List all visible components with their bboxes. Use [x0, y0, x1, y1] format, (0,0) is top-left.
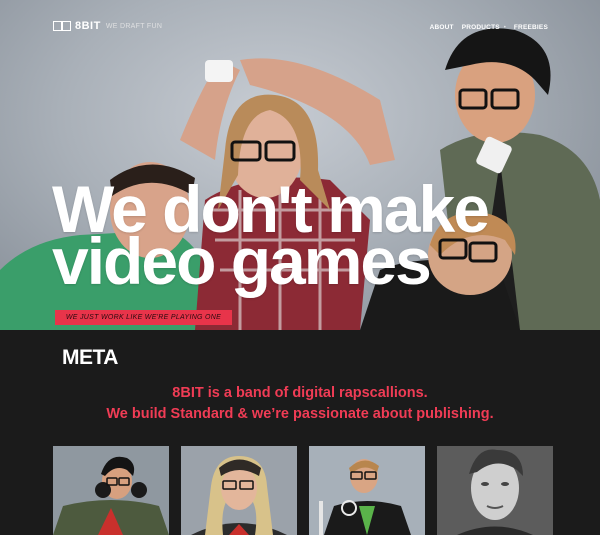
- intro-text: 8BIT is a band of digital rapscallions. …: [0, 383, 600, 425]
- nav-item-freebies[interactable]: FREEBIES: [514, 24, 548, 31]
- intro-line-2: We build Standard & we’re passionate abo…: [106, 406, 494, 422]
- nav-item-about[interactable]: ABOUT: [430, 24, 454, 31]
- brand-tagline: WE DRAFT FUN: [105, 22, 163, 30]
- brand-name: 8BIT: [75, 20, 101, 32]
- dropdown-dot-icon: •: [503, 24, 506, 31]
- intro-line-1: 8BIT is a band of digital rapscallions.: [172, 385, 428, 401]
- brand-logo[interactable]: 8BIT WE DRAFT FUN: [53, 20, 162, 32]
- team-photo-2[interactable]: [181, 446, 297, 535]
- team-photo-1[interactable]: [53, 446, 169, 535]
- main-nav: ABOUT PRODUCTS • FREEBIES: [422, 24, 548, 31]
- hero-headline: We don't make video games: [52, 172, 490, 298]
- section-title: META: [62, 346, 118, 369]
- nav-item-products[interactable]: PRODUCTS: [462, 24, 500, 31]
- top-navigation: 8BIT WE DRAFT FUN ABOUT PRODUCTS • FREEB…: [0, 0, 600, 40]
- hero-banner: 8BIT WE DRAFT FUN ABOUT PRODUCTS • FREEB…: [0, 0, 600, 330]
- team-gallery: [53, 446, 553, 535]
- team-photo-3[interactable]: [309, 446, 425, 535]
- hero-subline: WE JUST WORK LIKE WE'RE PLAYING ONE: [55, 310, 232, 325]
- team-photo-4[interactable]: [437, 446, 553, 535]
- book-icon: [53, 21, 71, 31]
